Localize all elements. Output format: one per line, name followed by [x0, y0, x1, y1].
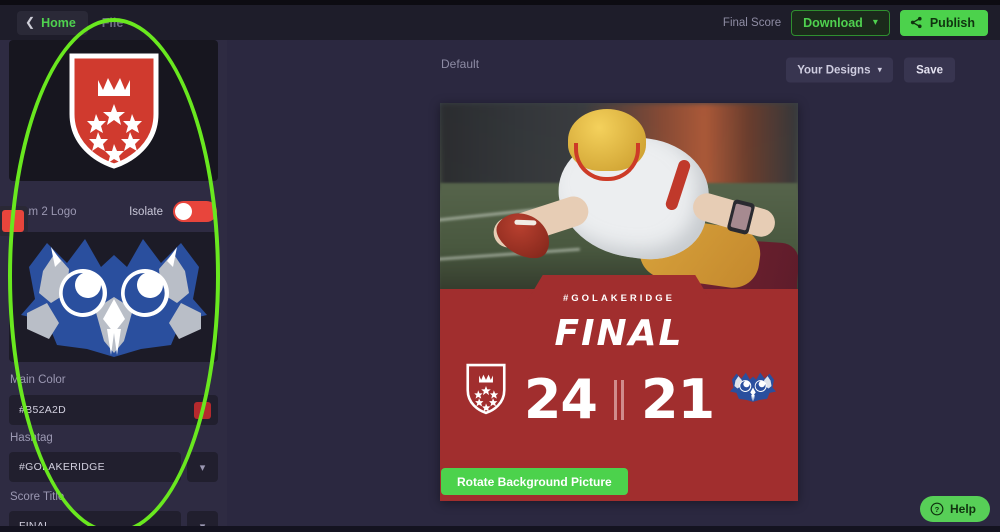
hashtag-field-wrap: #GOLAKERIDGE ▾	[9, 452, 218, 482]
red-shield-crest-logo	[69, 53, 158, 169]
design-hashtag: #GOLAKERIDGE	[562, 293, 675, 304]
final-score-label: Final Score	[722, 16, 782, 29]
design-preview-card[interactable]: #GOLAKERIDGE FINAL 24 21	[440, 103, 798, 501]
home-button-label: Home	[41, 15, 76, 30]
isolate-label: Isolate	[129, 206, 163, 218]
app-window: ❮ Home File Final Score Download ▾ Publi…	[0, 0, 1000, 532]
team2-logo-preview[interactable]	[9, 232, 218, 362]
help-button[interactable]: ? Help	[919, 496, 990, 522]
main-color-input[interactable]: #B52A2D	[9, 395, 218, 425]
chevron-down-icon: ▾	[872, 17, 878, 28]
isolate-toggle[interactable]	[173, 201, 217, 222]
design-away-logo	[730, 371, 776, 408]
main-color-label: Main Color	[10, 374, 66, 386]
your-designs-label: Your Designs	[797, 64, 871, 76]
team2-color-swatch[interactable]	[2, 210, 24, 232]
share-icon	[910, 16, 922, 29]
file-menu[interactable]: File	[102, 16, 124, 30]
score-title-label: Score Title	[10, 491, 65, 503]
svg-text:?: ?	[935, 505, 940, 514]
blue-owl-mascot-logo	[20, 239, 207, 357]
publish-button-label: Publish	[929, 15, 975, 30]
team1-logo-preview[interactable]	[9, 40, 218, 181]
home-score: 24	[523, 368, 598, 431]
toggle-knob	[175, 203, 192, 220]
score-separator-icon	[597, 380, 641, 420]
canvas-toolbar: Default Your Designs ▾ Save	[227, 40, 1000, 92]
hashtag-dropdown-chevron-down-icon[interactable]: ▾	[187, 452, 218, 482]
main-canvas-area: Default Your Designs ▾ Save #GOLAKERIDGE…	[227, 40, 1000, 526]
rotate-background-label: Rotate Background Picture	[457, 474, 612, 489]
question-mark-icon: ?	[930, 502, 944, 516]
background-photo[interactable]	[440, 103, 798, 301]
score-title-dropdown-chevron-down-icon[interactable]: ▾	[187, 511, 218, 526]
download-button-label: Download	[803, 15, 863, 30]
chevron-left-icon: ❮	[25, 15, 36, 29]
help-button-label: Help	[949, 502, 976, 516]
save-button-label: Save	[916, 64, 943, 76]
window-chrome-bottom	[0, 526, 1000, 532]
rotate-background-button[interactable]: Rotate Background Picture	[441, 468, 628, 495]
header-actions: Final Score Download ▾ Publish	[722, 9, 988, 36]
main-color-field-wrap: #B52A2D	[9, 395, 218, 425]
away-score: 21	[641, 368, 715, 431]
chevron-down-icon: ▾	[877, 64, 882, 75]
hashtag-label: Hashtag	[10, 432, 53, 444]
home-button[interactable]: ❮ Home	[17, 10, 88, 35]
main-color-swatch[interactable]	[194, 402, 211, 419]
save-button[interactable]: Save	[904, 57, 955, 83]
preset-label: Default	[441, 57, 480, 71]
app-header: ❮ Home File Final Score Download ▾ Publi…	[0, 5, 1000, 40]
download-button[interactable]: Download ▾	[791, 9, 890, 36]
your-designs-button[interactable]: Your Designs ▾	[786, 57, 893, 83]
score-title-input[interactable]: FINAL	[9, 511, 181, 526]
score-title-field-wrap: FINAL ▾	[9, 511, 218, 526]
blue-owl-mascot-logo	[730, 372, 776, 402]
left-sidebar: Team 2 Logo Isolate Main Color #B52A2D H…	[0, 40, 227, 526]
hashtag-input[interactable]: #GOLAKERIDGE	[9, 452, 181, 482]
publish-button[interactable]: Publish	[899, 9, 988, 36]
design-title: FINAL	[554, 313, 684, 354]
